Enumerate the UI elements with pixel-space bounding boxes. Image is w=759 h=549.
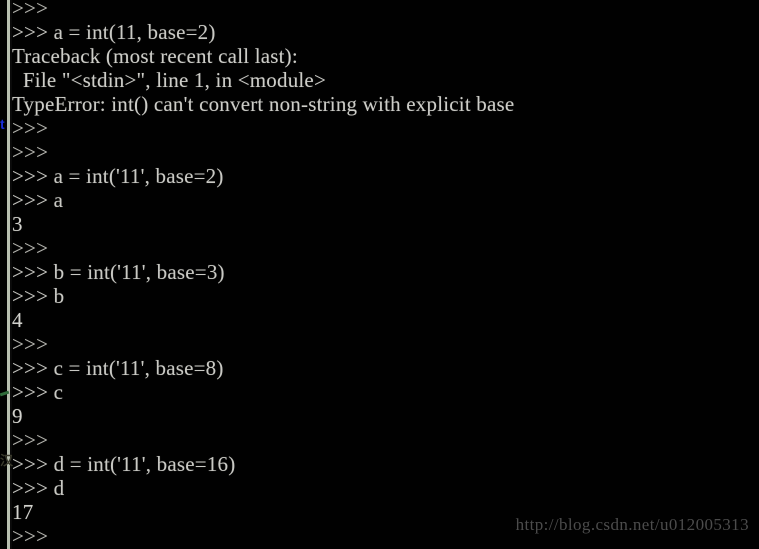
terminal-line: >>> b <box>12 284 65 308</box>
terminal-line: >>> a = int('11', base=2) <box>12 164 224 188</box>
terminal-window[interactable]: >>> >>> a = int(11, base=2) Traceback (mos… <box>0 0 759 549</box>
terminal-line: >>> a <box>12 188 64 212</box>
terminal-line: >>> c = int('11', base=8) <box>12 356 224 380</box>
terminal-line: >>> d = int('11', base=16) <box>12 452 236 476</box>
terminal-line: 3 <box>12 212 23 236</box>
terminal-line: >>> d <box>12 476 65 500</box>
terminal-line: >>> b = int('11', base=3) <box>12 260 225 284</box>
scrollbar-shadow <box>10 0 12 549</box>
terminal-line: 17 <box>12 500 34 524</box>
terminal-line: Traceback (most recent call last): <box>12 44 298 68</box>
terminal-line: >>> <box>12 0 49 20</box>
terminal-line: 9 <box>12 404 23 428</box>
terminal-line: File "<stdin>", line 1, in <module> <box>12 68 326 92</box>
terminal-line: >>> <box>12 428 49 452</box>
terminal-line: TypeError: int() can't convert non-strin… <box>12 92 515 116</box>
terminal-line: >>> <box>12 524 49 548</box>
terminal-line: >>> <box>12 236 49 260</box>
watermark-url: http://blog.csdn.net/u012005313 <box>515 515 749 534</box>
terminal-output-area[interactable]: >>> >>> a = int(11, base=2) Traceback (mos… <box>0 0 759 549</box>
terminal-line: >>> c <box>12 380 64 404</box>
terminal-line: >>> <box>12 116 49 140</box>
terminal-line: >>> a = int(11, base=2) <box>12 20 216 44</box>
terminal-line: >>> <box>12 140 49 164</box>
terminal-line: 4 <box>12 308 23 332</box>
terminal-line: >>> <box>12 332 49 356</box>
